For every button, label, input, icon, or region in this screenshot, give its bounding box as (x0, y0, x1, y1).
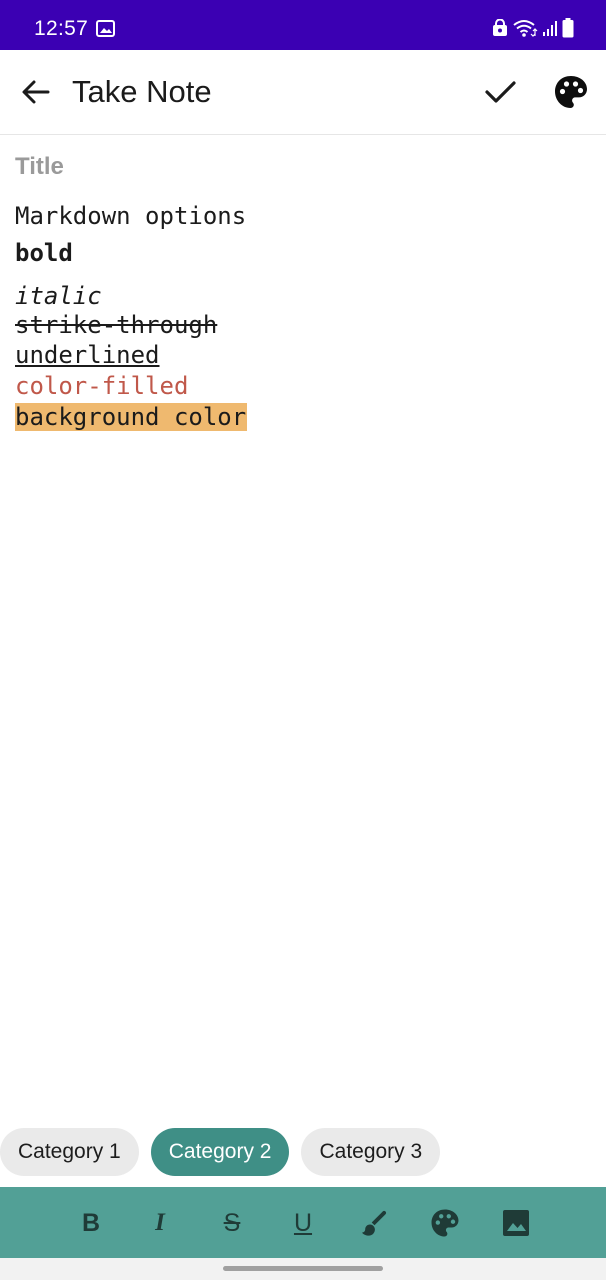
category-chip-2[interactable]: Category 2 (150, 1128, 290, 1176)
back-button[interactable] (18, 74, 54, 110)
text-color-button[interactable] (356, 1205, 392, 1241)
category-chip-1[interactable]: Category 1 (0, 1128, 139, 1176)
system-nav-bar (0, 1258, 606, 1280)
highlight-color-button[interactable] (427, 1205, 463, 1241)
lock-icon (493, 19, 507, 36)
format-strikethrough-icon: S (223, 1209, 241, 1237)
home-gesture-handle[interactable] (223, 1266, 383, 1271)
status-bar: 12:57 (0, 0, 606, 50)
note-body-editor[interactable]: Markdown options bold italic strike-thro… (15, 198, 590, 431)
note-line-color-filled: color-filled (15, 372, 189, 400)
note-line-strikethrough: strike-through (15, 311, 218, 339)
note-line-italic: italic (15, 282, 102, 310)
bold-button[interactable]: B (73, 1205, 109, 1241)
italic-button[interactable]: I (142, 1205, 178, 1241)
insert-image-button[interactable] (498, 1205, 534, 1241)
status-time: 12:57 (34, 17, 89, 40)
battery-icon (562, 18, 574, 38)
format-underline-icon: U (293, 1209, 313, 1237)
page-title: Take Note (72, 74, 212, 109)
format-toolbar: B I S U (0, 1187, 606, 1258)
format-italic-icon: I (155, 1209, 165, 1236)
underline-button[interactable]: U (285, 1205, 321, 1241)
brush-icon (362, 1210, 387, 1236)
image-icon (503, 1210, 529, 1236)
app-bar: Take Note (0, 50, 606, 135)
strikethrough-button[interactable]: S (214, 1205, 250, 1241)
signal-icon (543, 21, 557, 36)
title-input[interactable] (15, 150, 585, 184)
gallery-icon (96, 20, 115, 37)
format-bold-icon: B (81, 1209, 101, 1237)
palette-icon (555, 76, 587, 108)
palette-icon (431, 1209, 459, 1237)
note-line-background-color-row: background color (15, 400, 590, 431)
note-line-heading: Markdown options (15, 202, 247, 230)
wifi-icon (513, 20, 538, 37)
status-icons (492, 17, 574, 39)
save-button[interactable] (482, 74, 518, 110)
note-line-background-color: background color (15, 403, 248, 431)
arrow-back-icon (22, 80, 50, 104)
category-chip-3[interactable]: Category 3 (301, 1128, 441, 1176)
note-color-button[interactable] (552, 73, 590, 111)
note-line-bold: bold (15, 239, 73, 267)
category-chips: Category 1 Category 2 Category 3 (0, 1128, 441, 1176)
note-line-underlined: underlined (15, 341, 160, 369)
check-icon (485, 81, 516, 103)
